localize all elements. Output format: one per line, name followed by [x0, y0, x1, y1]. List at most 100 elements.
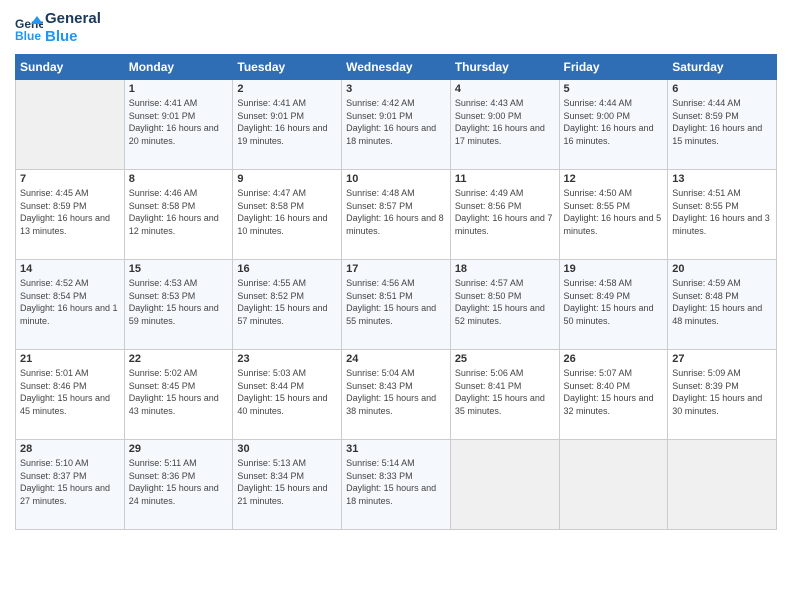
day-number: 7 — [20, 173, 120, 185]
calendar-cell: 12 Sunrise: 4:50 AM Sunset: 8:55 PM Dayl… — [559, 170, 668, 260]
sunrise-text: Sunrise: 5:09 AM — [672, 368, 741, 378]
calendar-cell: 24 Sunrise: 5:04 AM Sunset: 8:43 PM Dayl… — [342, 350, 451, 440]
sunrise-text: Sunrise: 4:58 AM — [564, 278, 633, 288]
day-info: Sunrise: 4:52 AM Sunset: 8:54 PM Dayligh… — [20, 277, 120, 327]
day-number: 30 — [237, 443, 337, 455]
daylight-text: Daylight: 16 hours and 18 minutes. — [346, 123, 436, 146]
daylight-text: Daylight: 15 hours and 32 minutes. — [564, 393, 654, 416]
day-info: Sunrise: 4:48 AM Sunset: 8:57 PM Dayligh… — [346, 187, 446, 237]
sunset-text: Sunset: 8:56 PM — [455, 201, 522, 211]
sunrise-text: Sunrise: 4:50 AM — [564, 188, 633, 198]
sunset-text: Sunset: 8:59 PM — [672, 111, 739, 121]
calendar-cell: 18 Sunrise: 4:57 AM Sunset: 8:50 PM Dayl… — [450, 260, 559, 350]
calendar-cell: 4 Sunrise: 4:43 AM Sunset: 9:00 PM Dayli… — [450, 80, 559, 170]
day-number: 24 — [346, 353, 446, 365]
sunset-text: Sunset: 8:50 PM — [455, 291, 522, 301]
day-info: Sunrise: 4:58 AM Sunset: 8:49 PM Dayligh… — [564, 277, 664, 327]
day-number: 8 — [129, 173, 229, 185]
sunset-text: Sunset: 8:53 PM — [129, 291, 196, 301]
sunrise-text: Sunrise: 5:02 AM — [129, 368, 198, 378]
calendar-cell: 6 Sunrise: 4:44 AM Sunset: 8:59 PM Dayli… — [668, 80, 777, 170]
daylight-text: Daylight: 15 hours and 21 minutes. — [237, 483, 327, 506]
sunrise-text: Sunrise: 4:48 AM — [346, 188, 415, 198]
sunset-text: Sunset: 8:34 PM — [237, 471, 304, 481]
day-info: Sunrise: 5:03 AM Sunset: 8:44 PM Dayligh… — [237, 367, 337, 417]
day-number: 5 — [564, 83, 664, 95]
calendar-week-row: 21 Sunrise: 5:01 AM Sunset: 8:46 PM Dayl… — [16, 350, 777, 440]
day-number: 12 — [564, 173, 664, 185]
calendar-container: General Blue General Blue SundayMondayTu… — [0, 0, 792, 540]
calendar-cell: 14 Sunrise: 4:52 AM Sunset: 8:54 PM Dayl… — [16, 260, 125, 350]
sunset-text: Sunset: 9:01 PM — [346, 111, 413, 121]
day-info: Sunrise: 5:02 AM Sunset: 8:45 PM Dayligh… — [129, 367, 229, 417]
sunrise-text: Sunrise: 5:01 AM — [20, 368, 89, 378]
sunset-text: Sunset: 8:58 PM — [237, 201, 304, 211]
weekday-header: Thursday — [450, 55, 559, 80]
day-number: 20 — [672, 263, 772, 275]
calendar-cell — [559, 440, 668, 530]
daylight-text: Daylight: 16 hours and 10 minutes. — [237, 213, 327, 236]
day-number: 31 — [346, 443, 446, 455]
logo-icon: General Blue — [15, 14, 43, 42]
calendar-cell: 8 Sunrise: 4:46 AM Sunset: 8:58 PM Dayli… — [124, 170, 233, 260]
daylight-text: Daylight: 16 hours and 1 minute. — [20, 303, 118, 326]
daylight-text: Daylight: 15 hours and 45 minutes. — [20, 393, 110, 416]
logo: General Blue General Blue — [15, 10, 101, 46]
sunrise-text: Sunrise: 4:52 AM — [20, 278, 89, 288]
daylight-text: Daylight: 15 hours and 43 minutes. — [129, 393, 219, 416]
day-number: 23 — [237, 353, 337, 365]
calendar-cell: 13 Sunrise: 4:51 AM Sunset: 8:55 PM Dayl… — [668, 170, 777, 260]
sunrise-text: Sunrise: 5:14 AM — [346, 458, 415, 468]
day-info: Sunrise: 4:50 AM Sunset: 8:55 PM Dayligh… — [564, 187, 664, 237]
sunset-text: Sunset: 8:37 PM — [20, 471, 87, 481]
sunrise-text: Sunrise: 5:06 AM — [455, 368, 524, 378]
day-info: Sunrise: 5:14 AM Sunset: 8:33 PM Dayligh… — [346, 457, 446, 507]
sunset-text: Sunset: 8:46 PM — [20, 381, 87, 391]
day-info: Sunrise: 5:07 AM Sunset: 8:40 PM Dayligh… — [564, 367, 664, 417]
calendar-week-row: 28 Sunrise: 5:10 AM Sunset: 8:37 PM Dayl… — [16, 440, 777, 530]
sunset-text: Sunset: 8:57 PM — [346, 201, 413, 211]
day-number: 21 — [20, 353, 120, 365]
sunset-text: Sunset: 8:43 PM — [346, 381, 413, 391]
calendar-cell: 21 Sunrise: 5:01 AM Sunset: 8:46 PM Dayl… — [16, 350, 125, 440]
calendar-table: SundayMondayTuesdayWednesdayThursdayFrid… — [15, 54, 777, 530]
day-info: Sunrise: 4:46 AM Sunset: 8:58 PM Dayligh… — [129, 187, 229, 237]
day-number: 28 — [20, 443, 120, 455]
sunrise-text: Sunrise: 4:47 AM — [237, 188, 306, 198]
weekday-header: Monday — [124, 55, 233, 80]
day-info: Sunrise: 5:09 AM Sunset: 8:39 PM Dayligh… — [672, 367, 772, 417]
calendar-cell: 9 Sunrise: 4:47 AM Sunset: 8:58 PM Dayli… — [233, 170, 342, 260]
sunrise-text: Sunrise: 5:13 AM — [237, 458, 306, 468]
calendar-cell: 10 Sunrise: 4:48 AM Sunset: 8:57 PM Dayl… — [342, 170, 451, 260]
sunrise-text: Sunrise: 5:10 AM — [20, 458, 89, 468]
sunset-text: Sunset: 8:51 PM — [346, 291, 413, 301]
day-number: 10 — [346, 173, 446, 185]
day-number: 27 — [672, 353, 772, 365]
sunrise-text: Sunrise: 4:56 AM — [346, 278, 415, 288]
weekday-header: Sunday — [16, 55, 125, 80]
day-info: Sunrise: 4:57 AM Sunset: 8:50 PM Dayligh… — [455, 277, 555, 327]
sunset-text: Sunset: 8:58 PM — [129, 201, 196, 211]
sunset-text: Sunset: 8:33 PM — [346, 471, 413, 481]
sunrise-text: Sunrise: 4:41 AM — [129, 98, 198, 108]
day-info: Sunrise: 4:49 AM Sunset: 8:56 PM Dayligh… — [455, 187, 555, 237]
day-number: 26 — [564, 353, 664, 365]
calendar-cell: 19 Sunrise: 4:58 AM Sunset: 8:49 PM Dayl… — [559, 260, 668, 350]
calendar-cell: 29 Sunrise: 5:11 AM Sunset: 8:36 PM Dayl… — [124, 440, 233, 530]
daylight-text: Daylight: 15 hours and 24 minutes. — [129, 483, 219, 506]
header: General Blue General Blue — [15, 10, 777, 46]
sunset-text: Sunset: 8:44 PM — [237, 381, 304, 391]
calendar-week-row: 14 Sunrise: 4:52 AM Sunset: 8:54 PM Dayl… — [16, 260, 777, 350]
day-info: Sunrise: 4:56 AM Sunset: 8:51 PM Dayligh… — [346, 277, 446, 327]
day-number: 4 — [455, 83, 555, 95]
day-info: Sunrise: 5:04 AM Sunset: 8:43 PM Dayligh… — [346, 367, 446, 417]
calendar-cell — [450, 440, 559, 530]
calendar-cell: 28 Sunrise: 5:10 AM Sunset: 8:37 PM Dayl… — [16, 440, 125, 530]
day-number: 6 — [672, 83, 772, 95]
weekday-header: Saturday — [668, 55, 777, 80]
svg-text:Blue: Blue — [15, 29, 41, 42]
sunrise-text: Sunrise: 4:44 AM — [672, 98, 741, 108]
sunrise-text: Sunrise: 4:44 AM — [564, 98, 633, 108]
sunrise-text: Sunrise: 5:04 AM — [346, 368, 415, 378]
calendar-cell: 20 Sunrise: 4:59 AM Sunset: 8:48 PM Dayl… — [668, 260, 777, 350]
